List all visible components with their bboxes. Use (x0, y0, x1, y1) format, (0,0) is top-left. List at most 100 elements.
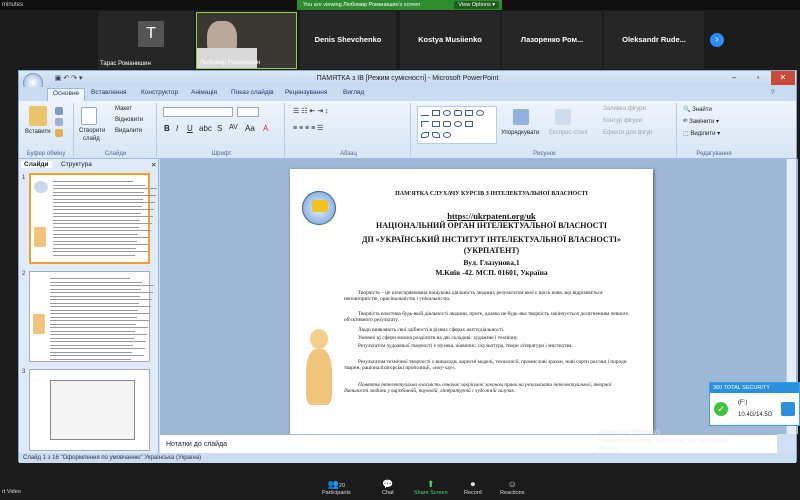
bold-button[interactable]: B (164, 124, 170, 133)
new-slide-button-label[interactable]: слайд (83, 136, 100, 142)
italic-button[interactable]: I (176, 124, 178, 133)
notification-title: 360 TOTAL SECURITY (710, 383, 799, 393)
tab-slideshow[interactable]: Показ слайдів (231, 89, 274, 96)
current-slide[interactable]: ПАМ'ЯТКА СЛУХАЧУ КУРСІВ З ІНТЕЛЕКТУАЛЬНО… (290, 169, 653, 439)
tab-animation[interactable]: Анімація (191, 89, 217, 96)
brace-shape (432, 132, 440, 138)
thumb-text-line (50, 295, 140, 297)
reactions-label: Reactions (500, 490, 525, 496)
textbox-shape (465, 110, 473, 116)
video-button[interactable]: rt Video (2, 489, 21, 495)
thumb-text-line (53, 244, 149, 245)
slide-url: https://ukrpatent.org/uk (447, 211, 536, 221)
avatar: T (138, 21, 164, 47)
reactions-button[interactable]: ☺ Reactions (500, 478, 524, 496)
tab-design[interactable]: Конструктор (141, 89, 178, 96)
strikethrough-button[interactable]: abc (199, 124, 212, 133)
quick-styles-button[interactable]: Експрес-стилі (549, 130, 588, 136)
paste-icon[interactable] (29, 106, 47, 126)
shadow-button[interactable]: S (217, 124, 222, 133)
smile-shape (454, 121, 462, 127)
format-painter-icon[interactable] (55, 129, 63, 137)
record-button[interactable]: ⏺ Record (464, 478, 482, 496)
participant-tile-1[interactable]: T Тарас Романишин (98, 11, 194, 69)
security-notification[interactable]: 360 TOTAL SECURITY ✓ (F:) 10.4G/14.5G (709, 382, 800, 426)
minimize-icon[interactable]: – (722, 71, 746, 85)
slide-paragraph-2: Творчість властива будь-якій діяльності … (344, 311, 629, 324)
next-page-icon[interactable]: › (710, 33, 724, 47)
paste-button[interactable]: Вставити (25, 129, 51, 135)
bullets-icon[interactable]: ☰ ☷ ⇤ ⇥ ↕ (293, 107, 329, 115)
thumb-text-line (53, 181, 133, 182)
triangle-shape (421, 121, 429, 127)
case-button[interactable]: Aa (245, 124, 255, 133)
participant-tile-video[interactable]: Любомир Романишин (196, 12, 297, 69)
tab-insert[interactable]: Вставлення (91, 89, 127, 96)
reset-button[interactable]: Відновити (115, 117, 143, 123)
quick-access-toolbar[interactable]: ▣ ↶ ↷ ▾ (47, 74, 83, 82)
spacing-button[interactable]: AV (229, 124, 238, 131)
replace-button[interactable]: ᵃᵇ Замінити ▾ (683, 118, 719, 125)
slide-paragraph-4: Умовно ці сфери можна розділити на дві с… (358, 335, 519, 341)
share-screen-button[interactable]: ⬆ Share Screen (414, 478, 448, 496)
zoom-toolbar: rt Video 👥20 Participants 💬 Chat ⬆ Share Sc… (0, 472, 800, 500)
slide-org-2: ДП «УКРАЇНСЬКИЙ ІНСТИТУТ ІНТЕЛЕКТУАЛЬНОЇ… (361, 235, 622, 244)
tab-slides[interactable]: Слайди (21, 161, 52, 168)
new-slide-icon[interactable] (81, 107, 97, 125)
underline-button[interactable]: U (187, 124, 193, 133)
thumb-text-line (53, 202, 155, 203)
view-options-button[interactable]: View Options ▾ (454, 1, 499, 9)
tab-review[interactable]: Рецензування (285, 89, 327, 96)
quick-styles-icon[interactable] (555, 109, 571, 125)
slide-org-3: (УКРПАТЕНТ) (463, 246, 520, 255)
participant-tile-3[interactable]: Denis Shevchenko (300, 11, 396, 69)
select-button[interactable]: ⬚ Виділити ▾ (683, 130, 720, 137)
select-label: Виділити (690, 131, 716, 137)
thumb-text-line (50, 288, 141, 290)
close-pane-icon[interactable]: ✕ (151, 161, 156, 169)
thumb-text-line (50, 358, 131, 360)
find-button[interactable]: 🔍 Знайти (683, 106, 712, 113)
layout-button[interactable]: Макет (115, 106, 132, 112)
delete-button[interactable]: Видалити (115, 128, 142, 134)
group-label: Шрифт (211, 151, 232, 157)
thumb-text-line (53, 198, 143, 200)
align-icons[interactable]: ≡ ≡ ≡ ≡ ☰ (293, 124, 323, 132)
share-screen-icon: ⬆ (427, 479, 435, 489)
shape-fill-button[interactable]: Заливка фігури (603, 106, 646, 112)
arrange-icon[interactable] (513, 109, 529, 125)
arrange-button[interactable]: Упорядкувати (501, 130, 539, 136)
chat-label: Chat (382, 490, 394, 496)
tab-home[interactable]: Основне (47, 88, 86, 101)
group-slides: Створити слайд Макет Відновити Видалити … (75, 103, 157, 157)
shape-outline-button[interactable]: Контур фігури (603, 118, 642, 124)
slide-thumbnail-1[interactable] (29, 173, 157, 264)
participant-tile-5[interactable]: Лазоренко Ром... (502, 11, 602, 69)
copy-icon[interactable] (55, 118, 63, 126)
font-size-field[interactable] (237, 107, 259, 117)
slide-thumbnail-3[interactable] (29, 369, 150, 451)
windows-activation-watermark: Активація Windows Перейдіть до розділу "… (598, 429, 728, 453)
participants-button[interactable]: 👥20 Participants (322, 478, 351, 496)
slide-heading: ПАМ'ЯТКА СЛУХАЧУ КУРСІВ З ІНТЕЛЕКТУАЛЬНО… (395, 191, 588, 197)
tab-outline[interactable]: Структура (61, 161, 92, 168)
new-slide-button[interactable]: Створити (79, 128, 105, 134)
thumb-text-line (50, 341, 146, 342)
shapes-gallery[interactable] (417, 106, 497, 144)
slide-paragraph-3: Люди виявляють свої здібності в різних с… (358, 327, 505, 333)
participant-tile-6[interactable]: Oleksandr Rude... (604, 11, 704, 69)
font-name-field[interactable] (163, 107, 233, 117)
slide-thumbnail-2[interactable] (29, 271, 154, 362)
close-icon[interactable]: ✕ (771, 71, 795, 85)
shape-effects-button[interactable]: Ефекти для фігур (603, 130, 652, 136)
chat-button[interactable]: 💬 Chat (382, 478, 394, 496)
folder-icon[interactable] (781, 402, 795, 416)
maximize-icon[interactable]: ▫ (746, 71, 770, 85)
record-icon: ⏺ (470, 479, 476, 489)
thumb-text-line (53, 226, 139, 228)
tab-view[interactable]: Вигляд (343, 89, 364, 96)
cut-icon[interactable] (55, 107, 63, 115)
font-color-button[interactable]: A (263, 124, 268, 133)
participant-tile-4[interactable]: Kostya Musiienko (400, 11, 500, 69)
help-icon[interactable]: ? (771, 89, 775, 96)
